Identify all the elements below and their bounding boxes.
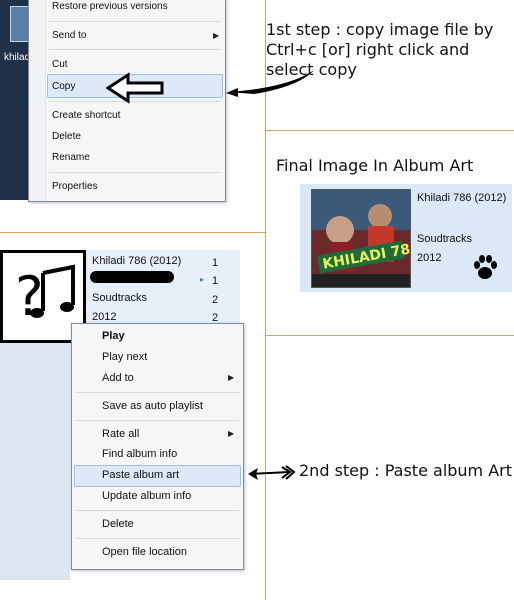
album-context-menu: Play Play next Add to ▶ Save as auto pla… [71, 323, 244, 570]
final-album-genre: Soudtracks [417, 233, 473, 245]
step1-line-1: 1st step : copy image file by [266, 20, 494, 39]
submenu-arrow-icon: ▶ [228, 429, 235, 438]
track-number: 2 [212, 294, 219, 306]
library-left-column [0, 340, 70, 580]
menu-item-delete[interactable]: Delete [102, 518, 134, 530]
step1-line-2: Ctrl+c [or] right click and [266, 40, 470, 59]
divider-middle-right [265, 335, 514, 336]
menu-item-find-album-info[interactable]: Find album info [102, 448, 177, 460]
divider-middle-left [0, 232, 265, 233]
menu-item-delete[interactable]: Delete [52, 131, 81, 142]
library-album-genre: Soudtracks [92, 292, 148, 304]
track-number: 1 [212, 257, 219, 269]
submenu-arrow-icon: ▶ [213, 31, 220, 40]
final-section-title: Final Image In Album Art [276, 156, 474, 175]
left-arrow-icon [106, 72, 164, 104]
menu-separator [76, 538, 239, 539]
album-cover-image: KHILADI 786 [311, 189, 411, 288]
double-arrow-icon [248, 465, 296, 480]
paw-icon [474, 255, 497, 279]
svg-text:?: ? [15, 265, 44, 328]
menu-item-play[interactable]: Play [102, 330, 125, 342]
menu-item-rename[interactable]: Rename [52, 152, 90, 163]
library-album-title: Khiladi 786 (2012) [92, 255, 182, 267]
menu-separator [76, 420, 239, 421]
menu-item-copy[interactable]: Copy [52, 81, 75, 92]
play-indicator-icon: ▸ [200, 275, 205, 284]
library-album-year: 2012 [92, 311, 117, 323]
menu-item-open-file-location[interactable]: Open file location [102, 546, 187, 558]
menu-item-send-to[interactable]: Send to [52, 30, 86, 41]
track-number: 1 [212, 275, 219, 287]
step1-line-3: select copy [266, 60, 357, 79]
final-album-title: Khiladi 786 (2012) [417, 192, 507, 204]
menu-item-restore-previous-versions[interactable]: Restore previous versions [52, 1, 168, 12]
menu-item-play-next[interactable]: Play next [102, 351, 147, 363]
menu-item-add-to[interactable]: Add to [102, 372, 134, 384]
final-album-year: 2012 [417, 252, 442, 264]
menu-item-rate-all[interactable]: Rate all [102, 428, 139, 440]
divider-top [265, 130, 514, 131]
menu-separator [49, 49, 221, 50]
menu-separator [76, 392, 239, 393]
redacted-text [90, 271, 174, 283]
menu-item-update-album-info[interactable]: Update album info [102, 490, 191, 502]
step1-note: 1st step : copy image file by Ctrl+c [or… [266, 20, 493, 80]
menu-item-properties[interactable]: Properties [52, 181, 98, 192]
menu-item-paste-album-art[interactable]: Paste album art [102, 469, 179, 481]
album-cover-art: KHILADI 786 [312, 190, 410, 287]
menu-separator [49, 172, 221, 173]
step2-note: 2nd step : Paste album Art [299, 461, 513, 480]
menu-item-save-as-auto-playlist[interactable]: Save as auto playlist [102, 400, 203, 412]
menu-separator [49, 21, 221, 22]
menu-separator [76, 510, 239, 511]
menu-gutter [29, 0, 46, 201]
submenu-arrow-icon: ▶ [228, 373, 235, 382]
menu-item-cut[interactable]: Cut [52, 59, 68, 70]
menu-item-create-shortcut[interactable]: Create shortcut [52, 110, 120, 121]
